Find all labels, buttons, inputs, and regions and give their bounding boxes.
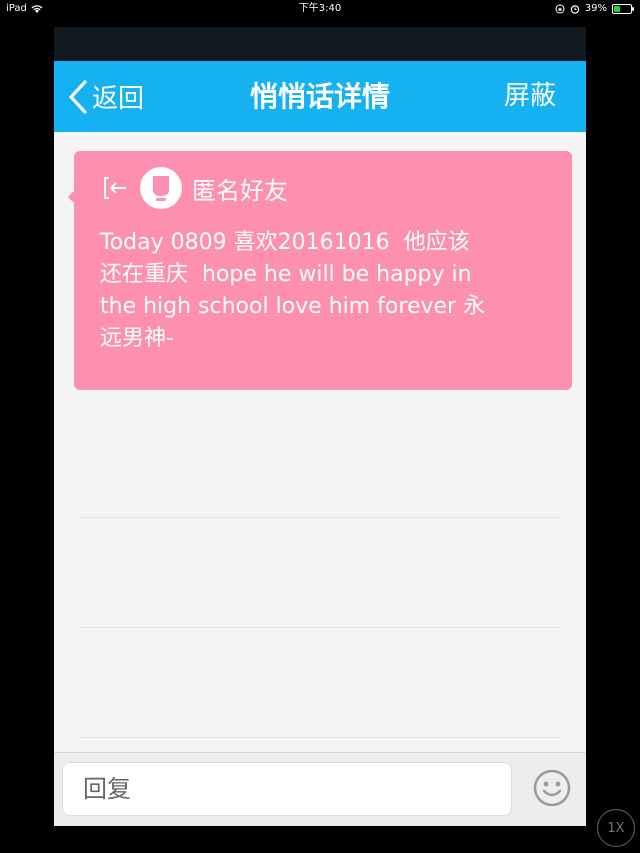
block-button[interactable]: 屏蔽 <box>504 61 556 132</box>
status-right: 39% <box>555 0 634 18</box>
back-button[interactable]: 返回 <box>68 61 144 132</box>
message-text: Today 0809 喜欢20161016 他应该 还在重庆 hope he w… <box>100 230 486 351</box>
rotation-lock-icon <box>555 4 565 14</box>
smiley-icon[interactable] <box>532 768 572 808</box>
back-label: 返回 <box>92 84 145 114</box>
app-screen: 返回 悄悄话详情 屏蔽 匿名好友 Today 0809 喜欢20161016 他… <box>54 27 586 826</box>
navbar: 返回 悄悄话详情 屏蔽 <box>54 61 586 132</box>
sender-name: 匿名好友 <box>192 176 288 205</box>
divider <box>80 517 560 518</box>
anonymous-avatar-icon <box>140 167 182 209</box>
message-card: 匿名好友 Today 0809 喜欢20161016 他应该 还在重庆 hope… <box>68 151 572 390</box>
chevron-left-icon <box>69 79 87 114</box>
app-top-strip <box>54 27 586 61</box>
divider <box>80 627 560 628</box>
battery-icon <box>612 4 634 14</box>
alarm-icon <box>570 5 579 14</box>
zoom-button[interactable]: 1X <box>597 809 635 847</box>
status-time: 下午3:40 <box>298 3 342 14</box>
reply-input[interactable] <box>62 762 512 816</box>
battery-percent: 39% <box>584 3 607 14</box>
message-header: 匿名好友 <box>100 167 288 209</box>
reply-bar <box>54 752 586 826</box>
status-bar: iPad 下午3:40 39% <box>0 0 640 18</box>
enter-arrow-icon <box>104 177 126 199</box>
divider <box>80 737 560 738</box>
battery-fill <box>614 6 620 12</box>
